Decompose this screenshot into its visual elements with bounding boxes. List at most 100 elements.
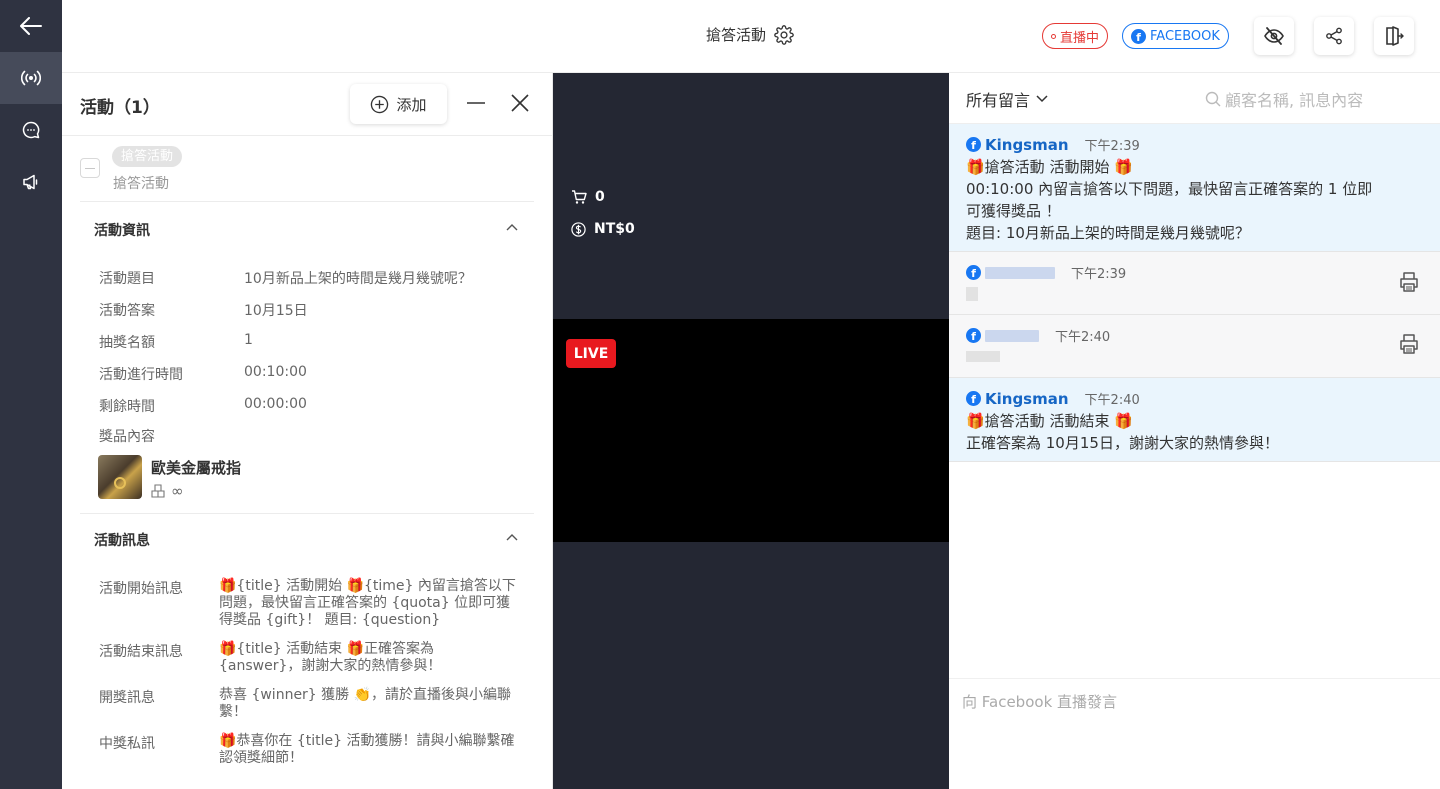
prize-stock-value: ∞	[171, 482, 184, 500]
add-activity-label: 添加	[396, 95, 427, 114]
comment-line: 00:10:00 內留言搶答以下問題，最快留言正確答案的 1 位即	[966, 180, 1373, 198]
message-label: 活動結束訊息	[99, 644, 183, 660]
activity-messages-header[interactable]: 活動訊息	[80, 513, 534, 565]
search-icon	[1205, 91, 1221, 107]
comment-author[interactable]: Kingsman	[985, 390, 1069, 408]
chat-icon	[22, 121, 40, 139]
gear-icon[interactable]	[774, 24, 794, 45]
redacted-author	[985, 266, 1055, 279]
ring-icon	[114, 477, 126, 489]
comment-time: 下午2:40	[1055, 330, 1111, 345]
comment-line: 🎁搶答活動 活動開始 🎁	[966, 158, 1133, 176]
info-value: 10月新品上架的時間是幾月幾號呢？	[244, 271, 472, 287]
comment-meta: f 下午2:40	[966, 326, 1110, 345]
message-label: 開獎訊息	[99, 690, 155, 706]
facebook-icon: f	[966, 328, 981, 343]
prize-thumbnail	[98, 455, 142, 499]
comment-meta: f Kingsman 下午2:39	[966, 135, 1140, 154]
rail-announce-button[interactable]	[0, 156, 62, 208]
print-icon[interactable]	[1398, 333, 1420, 355]
search-placeholder: 顧客名稱, 訊息內容	[1225, 91, 1364, 110]
redacted-comment	[966, 351, 1000, 362]
live-status-badge: 直播中	[1042, 23, 1109, 49]
comments-panel: 所有留言 顧客名稱, 訊息內容 f Kingsman 下午2:39 🎁搶答活動 …	[949, 73, 1440, 789]
comment-item[interactable]: f 下午2:40	[949, 315, 1440, 378]
back-button[interactable]	[0, 0, 62, 52]
facebook-icon: f	[966, 137, 981, 152]
dollar-icon	[571, 221, 586, 237]
facebook-icon: f	[966, 265, 981, 280]
live-status-text: 直播中	[1060, 30, 1100, 46]
comment-body: 🎁搶答活動 活動結束 🎁 正確答案為 10月15日，謝謝大家的熱情參與！	[966, 410, 1406, 454]
revenue-value: NT$0	[594, 221, 635, 237]
plus-circle-icon	[371, 95, 389, 113]
live-badge: LIVE	[566, 339, 616, 368]
comment-search[interactable]: 顧客名稱, 訊息內容	[1205, 87, 1363, 111]
exit-button[interactable]	[1374, 17, 1414, 55]
comment-line: 題目: 10月新品上架的時間是幾月幾號呢？	[966, 224, 1250, 242]
info-label: 剩餘時間	[99, 399, 155, 415]
share-icon	[1326, 27, 1342, 45]
comments-header: 所有留言 顧客名稱, 訊息內容	[949, 73, 1440, 124]
live-video-area: 0 NT$0 LIVE	[553, 73, 949, 789]
rail-chat-button[interactable]	[0, 104, 62, 156]
comment-time: 下午2:39	[1084, 139, 1140, 154]
minus-icon	[85, 167, 95, 169]
page-title-text: 搶答活動	[706, 26, 767, 44]
share-button[interactable]	[1314, 17, 1354, 55]
add-activity-button[interactable]: 添加	[350, 84, 447, 124]
comment-line: 可獲得獎品 ！	[966, 202, 1061, 220]
left-rail	[0, 0, 62, 789]
comment-item[interactable]: f Kingsman 下午2:40 🎁搶答活動 活動結束 🎁 正確答案為 10月…	[949, 378, 1440, 462]
megaphone-icon	[23, 174, 38, 190]
facebook-icon: f	[966, 391, 981, 406]
platform-badge[interactable]: f FACEBOOK	[1122, 23, 1229, 49]
comment-author[interactable]: Kingsman	[985, 136, 1069, 154]
comment-item[interactable]: f Kingsman 下午2:39 🎁搶答活動 活動開始 🎁 00:10:00 …	[949, 124, 1440, 252]
comment-time: 下午2:39	[1071, 267, 1127, 282]
eye-off-icon	[1264, 27, 1284, 45]
message-label: 活動開始訊息	[99, 581, 183, 597]
compose-placeholder: 向 Facebook 直播發言	[962, 693, 1118, 711]
activity-info-header[interactable]: 活動資訊	[80, 203, 534, 255]
panel-title: 活動（1）	[80, 98, 160, 118]
minimize-icon[interactable]	[466, 93, 486, 113]
cart-count: 0	[595, 189, 605, 205]
activity-panel: 活動（1） 添加 搶答活動 搶答活動 活動資訊 活動題目 10月新品上架的時間是…	[62, 73, 553, 789]
comment-item[interactable]: f 下午2:39	[949, 252, 1440, 315]
info-value: 10月15日	[244, 303, 308, 319]
comment-compose[interactable]: 向 Facebook 直播發言	[949, 678, 1440, 789]
activity-checkbox[interactable]	[80, 158, 100, 178]
comment-filter-label: 所有留言	[966, 91, 1031, 110]
chevron-up-icon	[506, 534, 518, 541]
rail-live-button[interactable]	[0, 52, 62, 104]
message-template: 恭喜 {winner} 獲勝 👏，請於直播後與小編聯繫！	[219, 687, 512, 720]
chevron-down-icon	[1036, 95, 1048, 103]
redacted-comment	[966, 287, 978, 301]
message-template: 🎁{title} 活動結束 🎁正確答案為 {answer}，謝謝大家的熱情參與！	[219, 641, 442, 674]
comment-time: 下午2:40	[1084, 393, 1140, 408]
info-label: 活動進行時間	[99, 367, 183, 383]
comment-filter-dropdown[interactable]: 所有留言	[966, 87, 1048, 111]
platform-text: FACEBOOK	[1150, 28, 1220, 44]
info-value: 1	[244, 332, 253, 348]
prize-label: 獎品內容	[99, 429, 155, 445]
video-player[interactable]: LIVE	[553, 319, 949, 542]
revenue-stat: NT$0	[571, 221, 635, 237]
panel-header: 活動（1） 添加	[62, 73, 552, 136]
cart-icon	[572, 189, 587, 204]
comment-line: 🎁搶答活動 活動結束 🎁	[966, 412, 1133, 430]
activity-messages-title: 活動訊息	[94, 533, 150, 549]
page-title: 搶答活動	[706, 24, 794, 45]
exit-icon	[1386, 26, 1404, 46]
inventory-icon	[151, 484, 165, 498]
back-arrow-icon	[20, 17, 42, 35]
info-label: 活動答案	[99, 303, 155, 319]
print-icon[interactable]	[1398, 271, 1420, 293]
info-label: 抽獎名額	[99, 335, 155, 351]
activity-info-title: 活動資訊	[94, 223, 150, 239]
comment-meta: f Kingsman 下午2:40	[966, 389, 1140, 408]
hide-button[interactable]	[1254, 17, 1294, 55]
close-icon[interactable]	[510, 93, 530, 113]
activity-list-item[interactable]: 搶答活動 搶答活動	[80, 146, 534, 202]
